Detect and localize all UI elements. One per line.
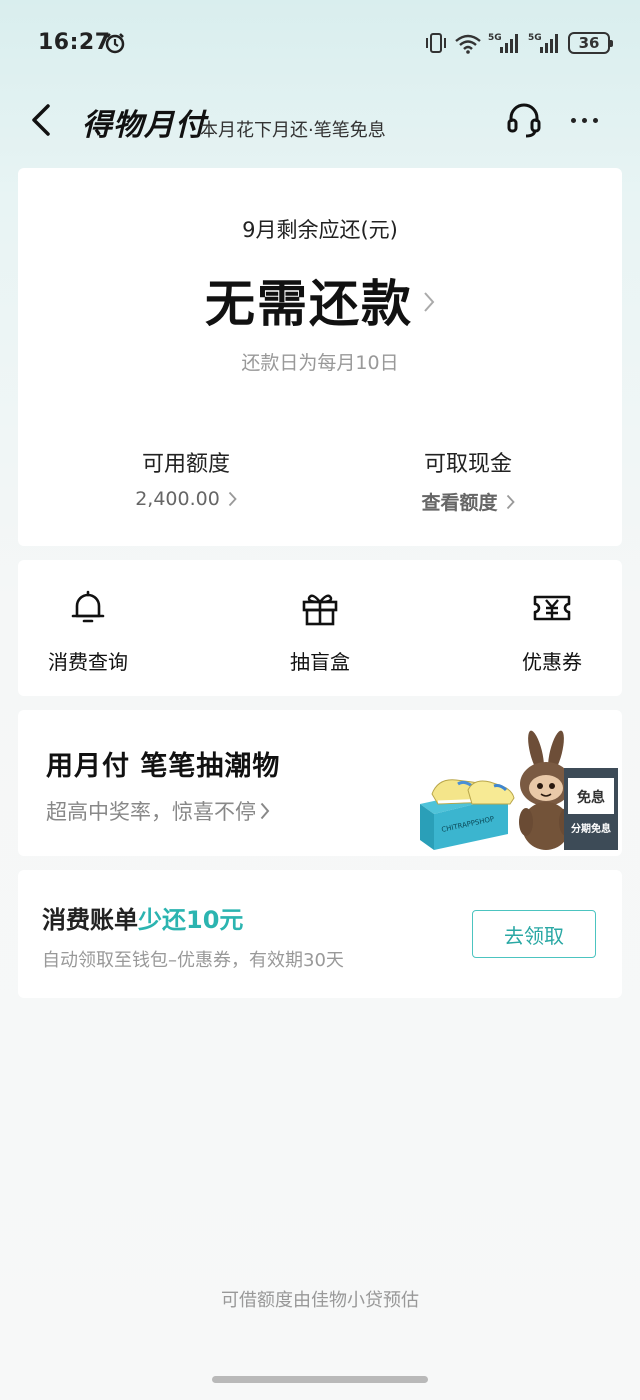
promo-subtitle-row: 超高中奖率，惊喜不停 [46,796,270,826]
coupon-title-highlight: 少还10元 [138,906,244,934]
action-spending-query[interactable]: 消费查询 [18,588,158,675]
promo-illustration: CHITRAPPSHOP 免息 分期免息 [420,730,618,850]
brand-subtitle: 本月花下月还·笔笔免息 [200,120,386,141]
available-credit-value-row: 2,400.00 [135,488,237,510]
dot-icon [570,117,576,123]
action-coupons[interactable]: 优惠券 [482,588,622,675]
svg-text:5G: 5G [528,33,542,43]
cash-withdrawal[interactable]: 可取现金 查看额度 [348,446,588,515]
action-label: 消费查询 [48,650,128,674]
chevron-right-icon [424,292,435,312]
svg-text:免息: 免息 [577,789,605,806]
coupon-title: 消费账单少还10元 [42,900,243,935]
nav-bar: 得物月付 本月花下月还·笔笔免息 [0,92,640,152]
chevron-right-icon [228,491,237,507]
headset-icon [507,103,541,138]
due-date-note: 还款日为每月10日 [241,352,399,374]
cash-withdrawal-title: 可取现金 [423,452,512,477]
svg-text:分期免息: 分期免息 [571,822,611,835]
dot-icon [581,117,587,123]
action-label: 优惠券 [522,650,582,674]
back-arrow-icon [32,104,50,136]
view-credit-link: 查看额度 [421,492,498,514]
promo-banner[interactable]: 用月付 笔笔抽潮物 超高中奖率，惊喜不停 CHITRAPPSHOP 免息 分期免… [18,710,622,856]
coupon-title-prefix: 消费账单 [42,906,138,934]
promo-title: 用月付 笔笔抽潮物 [46,751,281,782]
available-credit[interactable]: 可用额度 2,400.00 [66,446,306,510]
claim-button[interactable]: 去领取 [472,910,596,958]
coupon-description: 自动领取至钱包–优惠券，有效期30天 [42,950,344,971]
coupon-card: 消费账单少还10元 自动领取至钱包–优惠券，有效期30天 去领取 [18,870,622,998]
yen-ticket-icon [533,595,571,621]
chevron-right-icon [260,802,270,820]
available-credit-title: 可用额度 [141,452,230,477]
brand-logo: 得物月付 [82,108,206,143]
remaining-due-label: 9月剩余应还(元) [242,218,398,242]
action-blind-box[interactable]: 抽盲盒 [250,588,390,675]
gift-box-icon [302,594,338,626]
chevron-right-icon [506,494,515,509]
status-time: 16:27 [38,30,111,55]
signal-2-icon: 5G [528,33,558,53]
repayment-status-link[interactable]: 无需还款 [18,264,622,336]
customer-service-button[interactable] [506,102,542,138]
battery-icon: 36 [568,32,613,54]
bell-icon [71,590,105,623]
available-credit-value: 2,400.00 [135,488,220,510]
back-button[interactable] [24,100,58,140]
more-button[interactable] [566,106,602,134]
action-label: 抽盲盒 [290,650,350,674]
status-icons: 5G 5G 36 [424,30,613,56]
footer-note: 可借额度由佳物小贷预估 [221,1290,419,1311]
home-indicator[interactable] [212,1376,428,1383]
svg-text:5G: 5G [488,33,502,43]
balance-card: 9月剩余应还(元) 无需还款 还款日为每月10日 可用额度 2,400.00 可… [18,168,622,546]
quick-actions: 消费查询 抽盲盒 优惠券 [18,560,622,696]
wifi-icon [455,34,481,54]
alarm-icon [105,33,125,54]
repayment-status: 无需还款 [205,275,413,333]
promo-subtitle: 超高中奖率，惊喜不停 [46,800,256,824]
dot-icon [592,117,598,123]
status-bar: 16:27 5G 5G 36 [0,0,640,86]
cash-withdrawal-value-row: 查看额度 [421,488,515,515]
vibrate-icon [426,33,446,53]
signal-1-icon: 5G [488,33,518,53]
